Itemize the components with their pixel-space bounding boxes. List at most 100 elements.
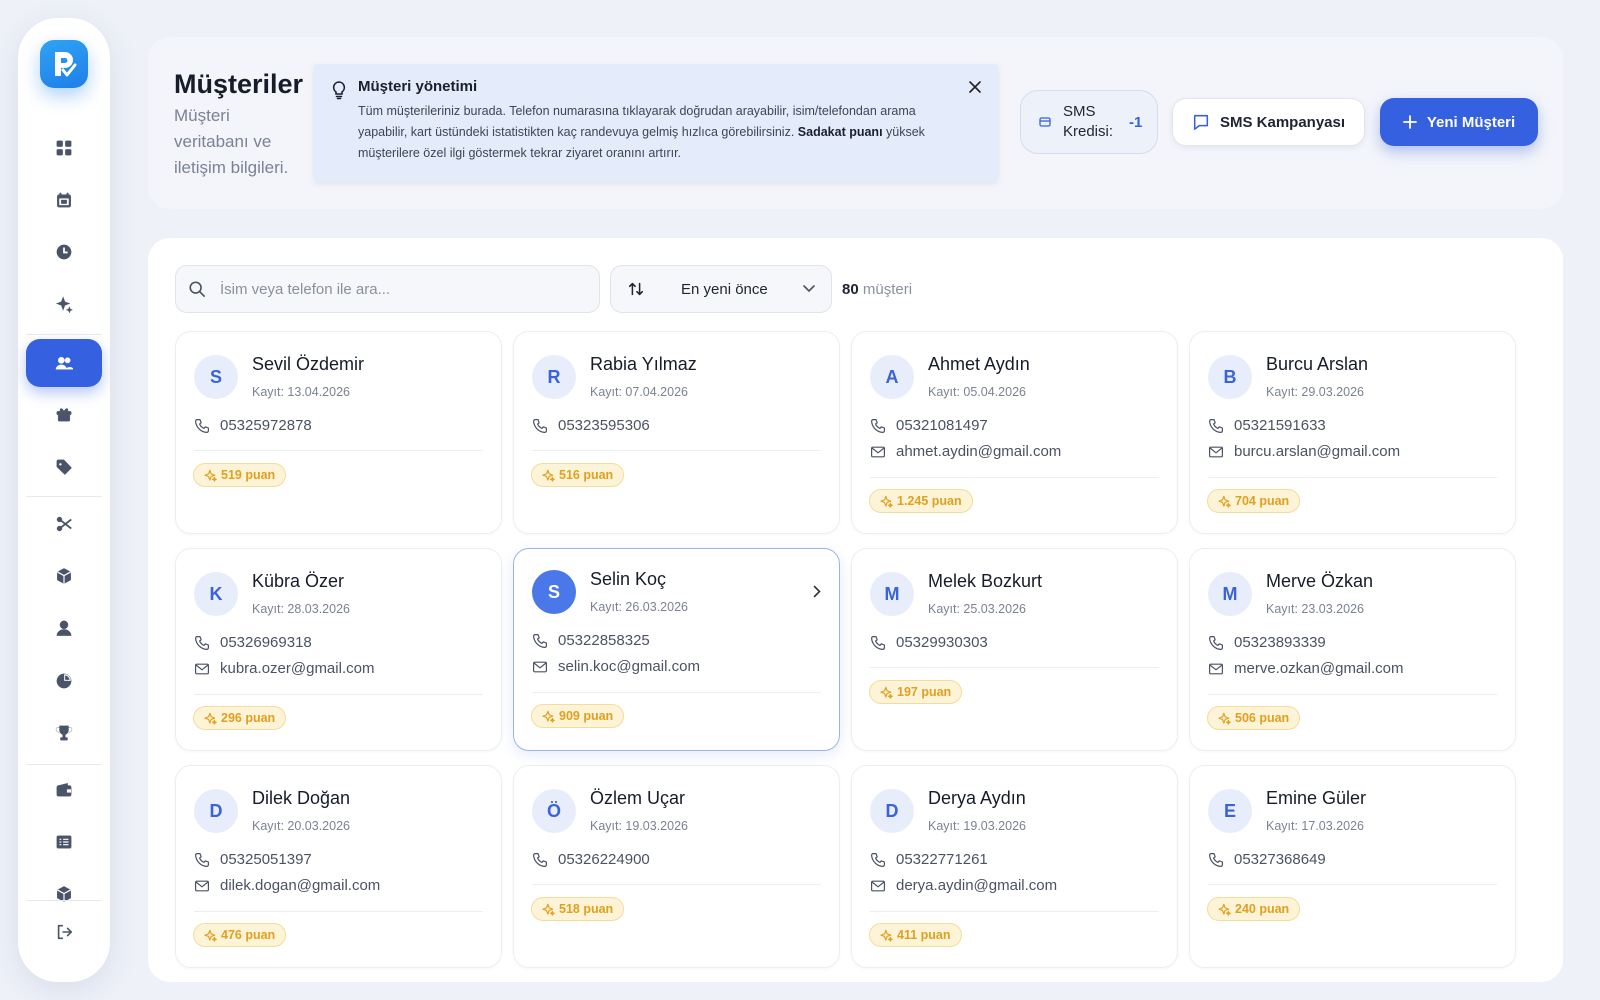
registration-date: Kayıt: 17.03.2026 xyxy=(1266,819,1364,833)
email-link[interactable]: selin.koc@gmail.com xyxy=(532,658,700,675)
logout-button[interactable] xyxy=(26,908,102,956)
registration-date: Kayıt: 05.04.2026 xyxy=(928,385,1026,399)
phone-link[interactable]: 05321591633 xyxy=(1208,417,1326,434)
customer-card[interactable]: S Selin Koç Kayıt: 26.03.2026 05322858325 se… xyxy=(513,548,840,751)
phone-icon xyxy=(1209,852,1223,867)
sidebar-item-cash[interactable] xyxy=(26,818,102,866)
phone-link[interactable]: 05323595306 xyxy=(532,417,650,434)
email-link[interactable]: burcu.arslan@gmail.com xyxy=(1208,443,1400,460)
sms-credit-label: SMS Kredisi: xyxy=(1063,103,1114,140)
customer-card[interactable]: D Dilek Doğan Kayıt: 20.03.2026 05325051397… xyxy=(175,765,502,968)
avatar: E xyxy=(1208,789,1252,833)
sparkle-icon xyxy=(204,469,217,482)
sort-icon xyxy=(628,282,644,296)
phone-number: 05327368649 xyxy=(1234,851,1326,868)
app-logo[interactable] xyxy=(40,40,88,88)
customer-name: Ahmet Aydın xyxy=(928,354,1030,374)
wallet-icon xyxy=(56,783,72,797)
sidebar-item-tags[interactable] xyxy=(26,443,102,491)
sidebar-item-rewards[interactable] xyxy=(26,709,102,757)
sidebar-item-ai[interactable] xyxy=(26,280,102,328)
customer-card[interactable]: E Emine Güler Kayıt: 17.03.2026 05327368649… xyxy=(1189,765,1516,968)
search-box[interactable] xyxy=(175,265,600,313)
sidebar-item-reports[interactable] xyxy=(26,657,102,705)
phone-number: 05326969318 xyxy=(220,634,312,651)
customer-card[interactable]: K Kübra Özer Kayıt: 28.03.2026 05326969318 k… xyxy=(175,548,502,751)
sidebar-item-customers[interactable] xyxy=(26,339,102,387)
new-customer-label: Yeni Müşteri xyxy=(1426,113,1516,131)
card-divider xyxy=(1208,477,1497,478)
sort-select[interactable]: En yeni önce xyxy=(610,265,832,313)
phone-link[interactable]: 05326224900 xyxy=(532,851,650,868)
sidebar-item-dashboard[interactable] xyxy=(26,124,102,172)
phone-link[interactable]: 05326969318 xyxy=(194,634,312,651)
customer-card[interactable]: R Rabia Yılmaz Kayıt: 07.04.2026 0532359530… xyxy=(513,331,840,534)
email-link[interactable]: ahmet.aydin@gmail.com xyxy=(870,443,1061,460)
sidebar-item-services[interactable] xyxy=(26,500,102,548)
customer-name: Rabia Yılmaz xyxy=(590,354,697,374)
email-address: selin.koc@gmail.com xyxy=(558,658,700,675)
sidebar-item-gifts[interactable] xyxy=(26,390,102,438)
tag-icon xyxy=(56,459,72,475)
phone-icon xyxy=(871,852,885,867)
customer-card[interactable]: M Melek Bozkurt Kayıt: 25.03.2026 053299303… xyxy=(851,548,1178,751)
sidebar-item-calendar[interactable] xyxy=(26,176,102,224)
phone-link[interactable]: 05321081497 xyxy=(870,417,988,434)
sidebar-item-wallet[interactable] xyxy=(26,766,102,814)
nav-divider xyxy=(26,900,102,901)
sms-credit-badge[interactable]: SMS Kredisi: -1 xyxy=(1020,90,1158,154)
customer-card[interactable]: D Derya Aydın Kayıt: 19.03.2026 05322771261… xyxy=(851,765,1178,968)
customer-card[interactable]: Ö Özlem Uçar Kayıt: 19.03.2026 05326224900 5… xyxy=(513,765,840,968)
info-title: Müşteri yönetimi xyxy=(358,78,478,95)
scissors-icon xyxy=(56,516,72,532)
sidebar-item-history[interactable] xyxy=(26,228,102,276)
email-link[interactable]: derya.aydin@gmail.com xyxy=(870,877,1057,894)
customer-count: 80 müşteri xyxy=(842,281,913,298)
loyalty-points: 506 puan xyxy=(1235,711,1290,725)
info-text: Tüm müşterileriniz burada. Telefon numar… xyxy=(358,104,925,160)
email-link[interactable]: merve.ozkan@gmail.com xyxy=(1208,660,1403,677)
registration-date: Kayıt: 20.03.2026 xyxy=(252,819,350,833)
page-title: Müşteriler xyxy=(174,69,304,99)
phone-link[interactable]: 05329930303 xyxy=(870,634,988,651)
phone-number: 05329930303 xyxy=(896,634,988,651)
sms-campaign-button[interactable]: SMS Kampanyası xyxy=(1172,98,1365,146)
customer-card[interactable]: M Merve Özkan Kayıt: 23.03.2026 05323893339… xyxy=(1189,548,1516,751)
gift-icon xyxy=(56,408,72,422)
registration-date: Kayıt: 29.03.2026 xyxy=(1266,385,1364,399)
email-address: derya.aydin@gmail.com xyxy=(896,877,1058,894)
mail-icon xyxy=(871,446,885,457)
sparkle-icon xyxy=(542,469,555,482)
customer-card[interactable]: B Burcu Arslan Kayıt: 29.03.2026 0532159163… xyxy=(1189,331,1516,534)
nav-divider xyxy=(26,764,102,765)
phone-number: 05322771261 xyxy=(896,851,988,868)
sidebar-item-staff[interactable] xyxy=(26,604,102,652)
phone-link[interactable]: 05322771261 xyxy=(870,851,988,868)
users-icon xyxy=(55,356,73,370)
customer-card[interactable]: S Sevil Özdemir Kayıt: 13.04.2026 053259728… xyxy=(175,331,502,534)
logout-icon xyxy=(57,924,73,940)
phone-link[interactable]: 05327368649 xyxy=(1208,851,1326,868)
customer-name: Burcu Arslan xyxy=(1266,354,1369,374)
mail-icon xyxy=(195,663,209,674)
card-divider xyxy=(1208,884,1497,885)
avatar: S xyxy=(194,355,238,399)
loyalty-points: 197 puan xyxy=(897,685,952,699)
phone-link[interactable]: 05325972878 xyxy=(194,417,312,434)
loyalty-points-badge: 240 puan xyxy=(1207,897,1301,921)
grid-icon xyxy=(56,140,72,156)
registration-date: Kayıt: 19.03.2026 xyxy=(590,819,688,833)
email-link[interactable]: kubra.ozer@gmail.com xyxy=(194,660,374,677)
phone-link[interactable]: 05323893339 xyxy=(1208,634,1326,651)
customer-name: Özlem Uçar xyxy=(590,788,686,808)
registration-date: Kayıt: 26.03.2026 xyxy=(590,600,688,614)
close-icon[interactable] xyxy=(966,78,984,96)
search-input[interactable] xyxy=(220,280,580,298)
phone-link[interactable]: 05322858325 xyxy=(532,632,650,649)
avatar: B xyxy=(1208,355,1252,399)
customer-card[interactable]: A Ahmet Aydın Kayıt: 05.04.2026 05321081497… xyxy=(851,331,1178,534)
new-customer-button[interactable]: Yeni Müşteri xyxy=(1380,98,1538,146)
sidebar-item-products[interactable] xyxy=(26,552,102,600)
email-link[interactable]: dilek.dogan@gmail.com xyxy=(194,877,380,894)
phone-link[interactable]: 05325051397 xyxy=(194,851,312,868)
